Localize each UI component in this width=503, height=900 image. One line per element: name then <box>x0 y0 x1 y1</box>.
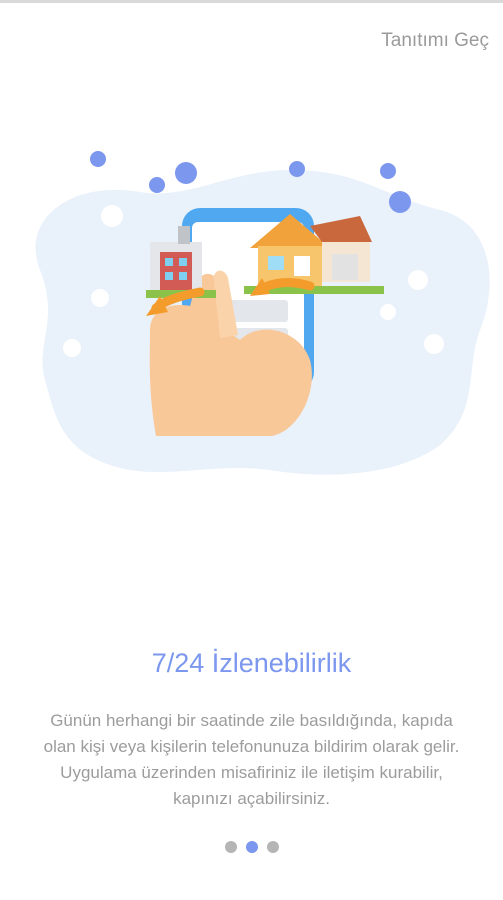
accent-dot <box>175 162 197 184</box>
accent-dot <box>380 163 396 179</box>
bubble-dot <box>91 289 109 307</box>
bubble-dot <box>408 270 428 290</box>
accent-dot <box>389 191 411 213</box>
page-title: 7/24 İzlenebilirlik <box>151 648 352 678</box>
doorbell-phone-illustration <box>0 130 503 490</box>
bubble-dot <box>101 205 123 227</box>
page-dot-3[interactable] <box>266 841 279 853</box>
bubble-dot <box>424 334 444 354</box>
skip-intro-link[interactable]: Tanıtımı Geç <box>381 30 489 52</box>
bubble-dot <box>380 304 396 320</box>
accent-dot <box>90 151 106 167</box>
page-dot-2[interactable] <box>245 841 258 853</box>
page-dot-1[interactable] <box>224 841 237 853</box>
accent-dot <box>289 161 305 177</box>
page-indicator <box>0 840 503 854</box>
bubble-dot <box>63 339 81 357</box>
page-description: Günün herhangi bir saatinde zile basıldı… <box>43 711 460 808</box>
accent-dot <box>149 177 165 193</box>
top-divider <box>0 0 503 3</box>
